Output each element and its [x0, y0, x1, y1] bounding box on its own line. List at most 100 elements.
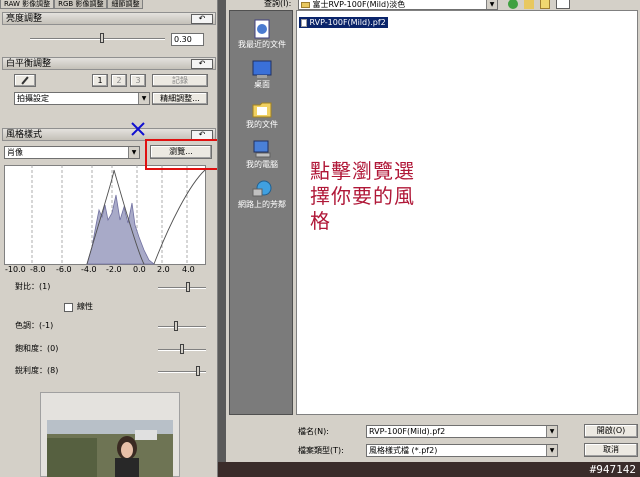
filename-value: RVP-100F(Mild).pf2 [369, 427, 446, 436]
eyedropper-button[interactable] [14, 74, 36, 87]
axis-tick-label: -2.0 [106, 265, 122, 274]
network-places-icon [252, 180, 272, 197]
sharpness-slider-thumb[interactable] [196, 366, 200, 376]
chevron-down-icon[interactable]: ▼ [128, 147, 139, 158]
brightness-slider[interactable] [30, 38, 165, 40]
new-folder-icon[interactable] [540, 0, 550, 9]
place-recent-label: 我最近的文件 [238, 40, 286, 49]
wb-preset-3-button[interactable]: 3 [130, 74, 146, 87]
my-computer-icon [253, 140, 271, 158]
chevron-down-icon[interactable]: ▼ [486, 0, 497, 9]
axis-tick-label: -10.0 [5, 265, 26, 274]
contrast-slider[interactable] [158, 287, 206, 289]
contrast-slider-thumb[interactable] [186, 282, 190, 292]
tab-raw[interactable]: RAW 影像調整 [0, 0, 55, 9]
axis-tick-label: -4.0 [81, 265, 97, 274]
wb-register-button[interactable]: 記錄 [152, 74, 208, 87]
file-list[interactable]: RVP-100F(Mild).pf2 點擊瀏覽選 擇你要的風 格 [296, 10, 638, 415]
linear-checkbox[interactable] [64, 303, 73, 312]
histogram-tone-curve[interactable] [4, 165, 206, 265]
folder-icon [301, 1, 310, 8]
view-menu-icon[interactable] [556, 0, 570, 9]
place-network[interactable]: 網路上的芳鄰 [230, 179, 294, 210]
histogram-axis-labels: -10.0 -8.0 -6.0 -4.0 -2.0 0.0 2.0 4.0 [2, 265, 212, 275]
lookin-select[interactable]: 富士RVP-100F(Mild)淡色 ▼ [298, 0, 498, 10]
tone-slider[interactable] [158, 326, 206, 328]
place-network-label: 網路上的芳鄰 [238, 200, 286, 209]
axis-tick-label: -6.0 [56, 265, 72, 274]
handwritten-annotation: 點擊瀏覽選 擇你要的風 格 [310, 159, 415, 234]
linear-label: 線性 [77, 302, 93, 311]
filetype-label: 檔案類型(T): [298, 446, 344, 455]
file-item-label: RVP-100F(Mild).pf2 [309, 18, 386, 27]
wb-fine-adjust-button[interactable]: 精細調整... [152, 92, 208, 105]
lookin-value: 富士RVP-100F(Mild)淡色 [312, 0, 406, 9]
brightness-reset-button[interactable]: ↶ [191, 14, 213, 24]
open-file-dialog: 查詢(I): 富士RVP-100F(Mild)淡色 ▼ 我最近的文件 桌面 我的… [226, 0, 640, 462]
saturation-slider-thumb[interactable] [180, 344, 184, 354]
file-icon [301, 18, 307, 27]
place-my-computer[interactable]: 我的電腦 [230, 139, 294, 170]
navigator-panel [40, 392, 180, 477]
brightness-section-header: 亮度調整 ↶ [2, 12, 216, 25]
annotation-line: 點擊瀏覽選 [310, 159, 415, 183]
axis-tick-label: 0.0 [133, 265, 146, 274]
desktop-icon [252, 60, 272, 78]
tab-detail[interactable]: 細節調整 [107, 0, 144, 9]
wb-mode-value: 拍攝設定 [17, 94, 49, 103]
saturation-label: 飽和度：(0) [15, 344, 59, 353]
place-my-computer-label: 我的電腦 [246, 160, 278, 169]
picture-style-select[interactable]: 肖像 ▼ [4, 146, 140, 159]
place-recent[interactable]: 我最近的文件 [230, 19, 294, 50]
panel-separator [218, 0, 226, 477]
brightness-title: 亮度調整 [6, 14, 43, 24]
filetype-select[interactable]: 風格樣式檔 (*.pf2) ▼ [366, 444, 558, 457]
wb-mode-select[interactable]: 拍攝設定 ▼ [14, 92, 150, 105]
tab-rgb[interactable]: RGB 影像調整 [54, 0, 108, 9]
raw-adjust-panel: RAW 影像調整 RGB 影像調整 細節調整 亮度調整 ↶ 0.30 白平衡調整… [0, 0, 218, 477]
chevron-down-icon[interactable]: ▼ [138, 93, 149, 104]
brightness-value-field[interactable]: 0.30 [171, 33, 204, 46]
wb-preset-1-button[interactable]: 1 [92, 74, 108, 87]
chevron-down-icon[interactable]: ▼ [546, 426, 557, 437]
axis-tick-label: -8.0 [30, 265, 46, 274]
places-bar: 我最近的文件 桌面 我的文件 我的電腦 網路上的芳鄰 [229, 10, 293, 415]
back-icon[interactable] [508, 0, 518, 9]
background-photo-strip: #947142 [218, 462, 640, 477]
white-balance-title: 白平衡調整 [6, 59, 52, 69]
white-balance-section-header: 白平衡調整 ↶ [2, 57, 216, 70]
eyedropper-icon [21, 76, 29, 85]
tone-label: 色調：(-1) [15, 321, 54, 330]
annotation-line: 格 [310, 209, 331, 233]
place-desktop[interactable]: 桌面 [230, 59, 294, 90]
chevron-down-icon[interactable]: ▼ [546, 445, 557, 456]
cross-mark-icon [131, 122, 145, 136]
tone-slider-thumb[interactable] [174, 321, 178, 331]
picture-style-title: 風格樣式 [6, 130, 43, 140]
up-folder-icon[interactable] [524, 0, 534, 9]
preview-thumbnail [47, 420, 173, 477]
axis-tick-label: 4.0 [182, 265, 195, 274]
highlight-box [145, 139, 217, 170]
place-my-documents[interactable]: 我的文件 [230, 99, 294, 130]
filename-input[interactable]: RVP-100F(Mild).pf2 ▼ [366, 425, 558, 438]
open-button[interactable]: 開啟(O) [584, 424, 638, 438]
cancel-button[interactable]: 取消 [584, 443, 638, 457]
white-balance-reset-button[interactable]: ↶ [191, 59, 213, 69]
file-item-selected[interactable]: RVP-100F(Mild).pf2 [299, 17, 388, 28]
watermark-text: #947142 [589, 463, 636, 476]
place-desktop-label: 桌面 [254, 80, 270, 89]
recent-documents-icon [254, 19, 270, 39]
lookin-label: 查詢(I): [264, 0, 292, 8]
annotation-line: 擇你要的風 [310, 184, 415, 208]
panel-tabs: RAW 影像調整 RGB 影像調整 細節調整 [0, 0, 217, 9]
axis-tick-label: 2.0 [157, 265, 170, 274]
brightness-slider-thumb[interactable] [100, 33, 104, 43]
sharpness-label: 銳利度：(8) [15, 366, 59, 375]
picture-style-value: 肖像 [7, 148, 23, 157]
place-my-documents-label: 我的文件 [246, 120, 278, 129]
my-documents-icon [252, 102, 272, 118]
filetype-value: 風格樣式檔 (*.pf2) [369, 446, 438, 455]
contrast-label: 對比：(1) [15, 282, 51, 291]
wb-preset-2-button[interactable]: 2 [111, 74, 127, 87]
